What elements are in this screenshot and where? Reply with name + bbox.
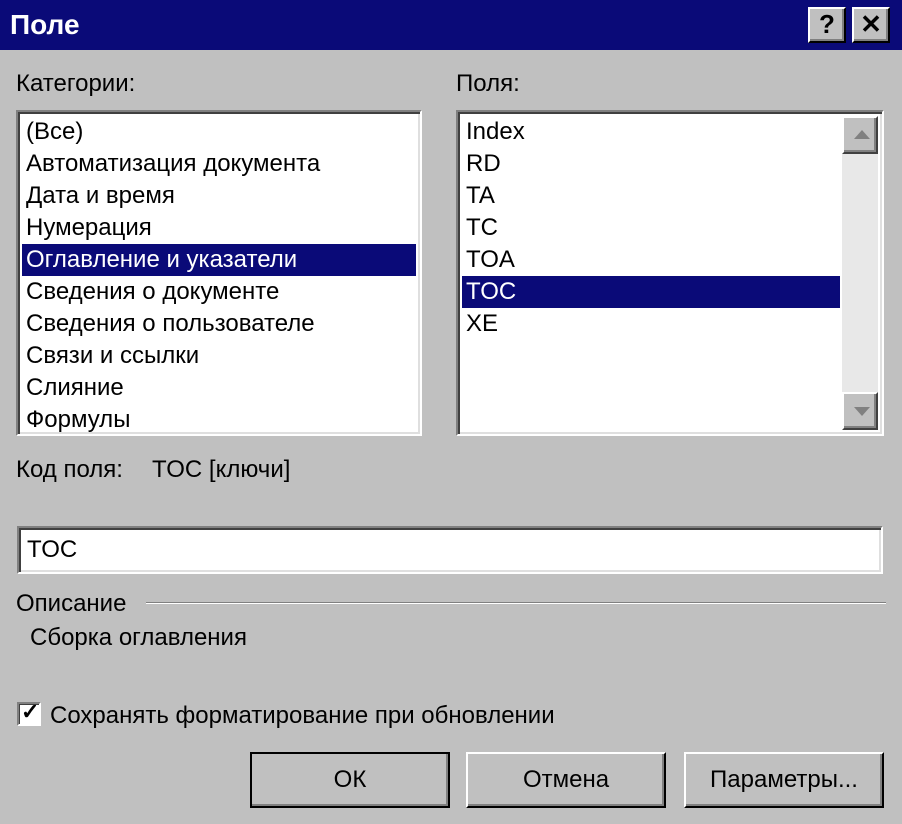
categories-list[interactable]: (Все) Автоматизация документа Дата и время… — [16, 110, 422, 436]
description-text: Сборка оглавления — [30, 624, 247, 651]
field-code-input[interactable] — [17, 526, 883, 574]
fields-list[interactable]: Index RD TA TC TOA TOC XE — [456, 110, 884, 436]
field-item[interactable]: TOC — [462, 276, 840, 308]
dialog-title: Поле — [10, 9, 80, 40]
field-item[interactable]: XE — [462, 308, 840, 340]
fields-scrollbar[interactable] — [842, 116, 878, 430]
fields-label: Поля: — [456, 70, 520, 97]
category-item[interactable]: Оглавление и указатели — [22, 244, 416, 276]
fields-items: Index RD TA TC TOA TOC XE — [462, 116, 840, 340]
field-dialog: Поле ? ✕ Категории: Поля: (Все) Автоматиз… — [0, 0, 902, 824]
category-item[interactable]: (Все) — [22, 116, 416, 148]
arrow-up-icon — [854, 130, 870, 139]
category-item[interactable]: Автоматизация документа — [22, 148, 416, 180]
field-code-syntax: TOC [ключи] — [152, 456, 291, 483]
field-item[interactable]: RD — [462, 148, 840, 180]
scroll-down-button[interactable] — [842, 392, 878, 430]
title-bar[interactable]: Поле ? ✕ — [0, 0, 902, 50]
cancel-button[interactable]: Отмена — [466, 752, 666, 808]
category-item[interactable]: Формулы — [22, 404, 416, 434]
category-item[interactable]: Сведения о документе — [22, 276, 416, 308]
category-item[interactable]: Слияние — [22, 372, 416, 404]
options-button[interactable]: Параметры... — [684, 752, 884, 808]
category-item[interactable]: Связи и ссылки — [22, 340, 416, 372]
preserve-formatting-checkbox[interactable]: ✓ — [17, 699, 41, 726]
close-button[interactable]: ✕ — [852, 7, 890, 43]
field-item[interactable]: TC — [462, 212, 840, 244]
category-item[interactable]: Дата и время — [22, 180, 416, 212]
category-item[interactable]: Нумерация — [22, 212, 416, 244]
category-item[interactable]: Сведения о пользователе — [22, 308, 416, 340]
field-item[interactable]: Index — [462, 116, 840, 148]
scroll-up-button[interactable] — [842, 116, 878, 154]
checkmark-icon: ✓ — [21, 699, 40, 724]
ok-button[interactable]: ОК — [250, 752, 450, 808]
field-item[interactable]: TA — [462, 180, 840, 212]
field-item[interactable]: TOA — [462, 244, 840, 276]
categories-items: (Все) Автоматизация документа Дата и время… — [22, 116, 416, 434]
arrow-down-icon — [854, 407, 870, 416]
help-button[interactable]: ? — [808, 7, 846, 43]
categories-label: Категории: — [16, 70, 136, 97]
field-code-label: Код поля: — [16, 456, 123, 483]
description-label: Описание — [16, 590, 127, 617]
description-divider — [146, 602, 886, 604]
preserve-formatting-label[interactable]: Сохранять форматирование при обновлении — [50, 702, 555, 730]
